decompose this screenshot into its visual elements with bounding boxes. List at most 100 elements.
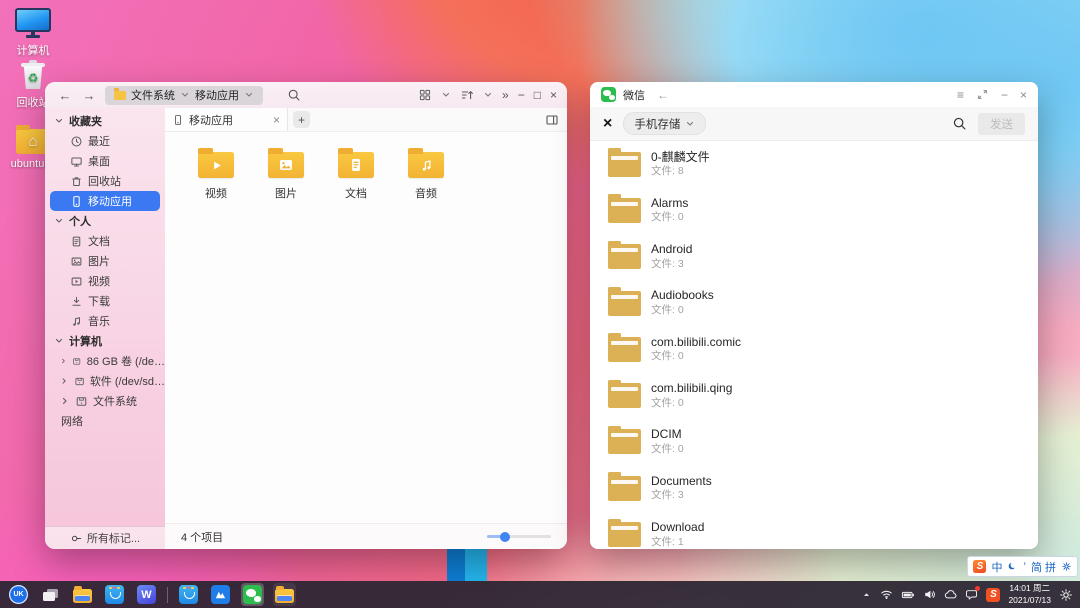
cloud-icon[interactable] — [944, 588, 957, 601]
zoom-slider-thumb[interactable] — [500, 532, 510, 542]
minimize-button[interactable]: − — [518, 89, 525, 101]
wifi-icon[interactable] — [880, 588, 893, 601]
taskbar-app-m[interactable] — [209, 583, 232, 606]
back-arrow-icon[interactable]: ← — [657, 88, 669, 102]
menu-icon[interactable]: ≡ — [957, 88, 964, 102]
ime-mode-chinese[interactable]: 中 — [991, 559, 1002, 575]
list-item[interactable]: com.bilibili.comic 文件: 0 — [590, 326, 1038, 372]
moon-icon[interactable] — [1007, 561, 1018, 572]
file-list: 视频 图片 文档 — [165, 132, 567, 523]
file-manager-titlebar[interactable]: ← → 文件系统 移动应用 » − □ × — [45, 82, 567, 108]
taskbar-wechat[interactable] — [241, 583, 264, 606]
wechat-titlebar[interactable]: 微信 ← ≡ − × — [590, 82, 1038, 107]
night-light-icon[interactable] — [1059, 588, 1073, 602]
tab-bar: 移动应用 × + — [165, 108, 567, 132]
taskbar-file-manager[interactable] — [71, 583, 94, 606]
list-item[interactable]: com.bilibili.qing 文件: 0 — [590, 372, 1038, 418]
chevron-down-icon[interactable] — [244, 90, 254, 100]
send-button[interactable]: 发送 — [978, 113, 1025, 135]
folder-item-pictures[interactable]: 图片 — [255, 146, 317, 201]
search-icon[interactable] — [952, 116, 967, 131]
breadcrumb-root[interactable]: 文件系统 — [131, 87, 175, 103]
chevron-down-icon[interactable] — [180, 90, 190, 100]
start-menu-button[interactable]: UK — [7, 583, 30, 606]
mountain-app-icon — [211, 585, 230, 604]
list-item[interactable]: Alarms 文件: 0 — [590, 187, 1038, 233]
sidebar-item-documents[interactable]: 文档 — [45, 231, 165, 251]
sidebar-item-pictures[interactable]: 图片 — [45, 251, 165, 271]
list-item[interactable]: 0-麒麟文件 文件: 8 — [590, 141, 1038, 187]
disk-icon — [74, 375, 85, 388]
sidebar-group-computer[interactable]: 计算机 — [45, 331, 165, 351]
sidebar-item-downloads[interactable]: 下载 — [45, 291, 165, 311]
folder-item-documents[interactable]: 文档 — [325, 146, 387, 201]
sidebar-item-recent[interactable]: 最近 — [45, 131, 165, 151]
desktop-icon-computer[interactable]: 计算机 — [4, 8, 62, 58]
chevron-right-icon[interactable] — [60, 396, 70, 406]
sidebar-item-music[interactable]: 音乐 — [45, 311, 165, 331]
taskbar-software-center[interactable] — [103, 583, 126, 606]
chevron-down-icon[interactable] — [441, 90, 451, 100]
sort-icon[interactable] — [460, 88, 474, 102]
back-arrow-icon[interactable]: ← — [57, 89, 73, 102]
minimize-button[interactable]: − — [1001, 88, 1008, 102]
sidebar-item-mobile-app[interactable]: 移动应用 — [50, 191, 160, 211]
recycle-bin-icon: ♻ — [21, 60, 45, 90]
search-icon[interactable] — [287, 88, 301, 102]
sogou-logo-icon[interactable]: S — [973, 560, 986, 573]
chevron-right-icon[interactable] — [60, 356, 67, 366]
storage-dropdown[interactable]: 手机存储 — [623, 112, 706, 135]
sidebar-item-volume-software[interactable]: 软件 (/dev/sd… — [45, 371, 165, 391]
sogou-tray-icon[interactable]: S — [986, 588, 1000, 602]
taskbar-wps[interactable]: W — [135, 583, 158, 606]
more-tools-icon[interactable]: » — [502, 89, 509, 101]
chevron-right-icon[interactable] — [60, 376, 69, 386]
status-bar: 4 个项目 — [165, 523, 567, 549]
breadcrumb[interactable]: 文件系统 移动应用 — [105, 86, 263, 105]
zoom-slider[interactable] — [487, 535, 551, 538]
sidebar-item-trash[interactable]: 回收站 — [45, 171, 165, 191]
list-item[interactable]: DCIM 文件: 0 — [590, 419, 1038, 465]
sidebar-group-personal[interactable]: 个人 — [45, 211, 165, 231]
gear-icon[interactable] — [1061, 561, 1072, 572]
icon-view-icon[interactable] — [418, 88, 432, 102]
taskbar-clock[interactable]: 14:01 周二 2021/07/13 — [1008, 583, 1051, 605]
close-button[interactable]: × — [1020, 88, 1027, 102]
folder-item-videos[interactable]: 视频 — [185, 146, 247, 201]
notification-icon[interactable] — [965, 588, 978, 601]
phone-icon — [70, 195, 83, 208]
ime-layout-label[interactable]: 简 拼 — [1031, 559, 1056, 575]
chevron-down-icon[interactable] — [483, 90, 493, 100]
forward-arrow-icon[interactable]: → — [81, 89, 97, 102]
tray-expand-icon[interactable] — [861, 589, 872, 600]
sidebar-item-volume-86gb[interactable]: 86 GB 卷 (/de… — [45, 351, 165, 371]
taskbar-software-center-running[interactable] — [177, 583, 200, 606]
all-tags-button[interactable]: 所有标记... — [45, 526, 165, 549]
list-item[interactable]: Android 文件: 3 — [590, 234, 1038, 280]
task-view-button[interactable] — [39, 583, 62, 606]
maximize-button[interactable]: □ — [534, 89, 541, 101]
detail-view-icon[interactable] — [545, 113, 559, 127]
list-item[interactable]: Download 文件: 1 — [590, 511, 1038, 549]
restore-icon[interactable] — [976, 88, 989, 101]
taskbar-file-manager-running[interactable] — [273, 583, 296, 606]
sogou-ime-bar[interactable]: S 中 ’ 简 拼 — [967, 556, 1078, 577]
sidebar-group-favorites[interactable]: 收藏夹 — [45, 111, 165, 131]
battery-icon[interactable] — [901, 588, 915, 602]
folder-item-audio[interactable]: 音频 — [395, 146, 457, 201]
tab-close-icon[interactable]: × — [273, 114, 280, 126]
sidebar-item-network[interactable]: 网络 — [45, 411, 165, 431]
recycle-glyph: ♻ — [28, 72, 39, 84]
list-item[interactable]: Documents 文件: 3 — [590, 465, 1038, 511]
tab-mobile-app[interactable]: 移动应用 × — [165, 108, 288, 131]
sidebar-item-filesystem[interactable]: 文件系统 — [45, 391, 165, 411]
new-tab-button[interactable]: + — [293, 111, 310, 128]
close-button[interactable]: × — [550, 89, 557, 101]
volume-icon[interactable] — [923, 588, 936, 601]
sidebar-item-videos[interactable]: 视频 — [45, 271, 165, 291]
breadcrumb-current[interactable]: 移动应用 — [195, 87, 239, 103]
list-item[interactable]: Audiobooks 文件: 0 — [590, 280, 1038, 326]
ime-punctuation-icon[interactable]: ’ — [1023, 561, 1025, 573]
close-preview-icon[interactable]: × — [603, 116, 612, 132]
sidebar-item-desktop[interactable]: 桌面 — [45, 151, 165, 171]
